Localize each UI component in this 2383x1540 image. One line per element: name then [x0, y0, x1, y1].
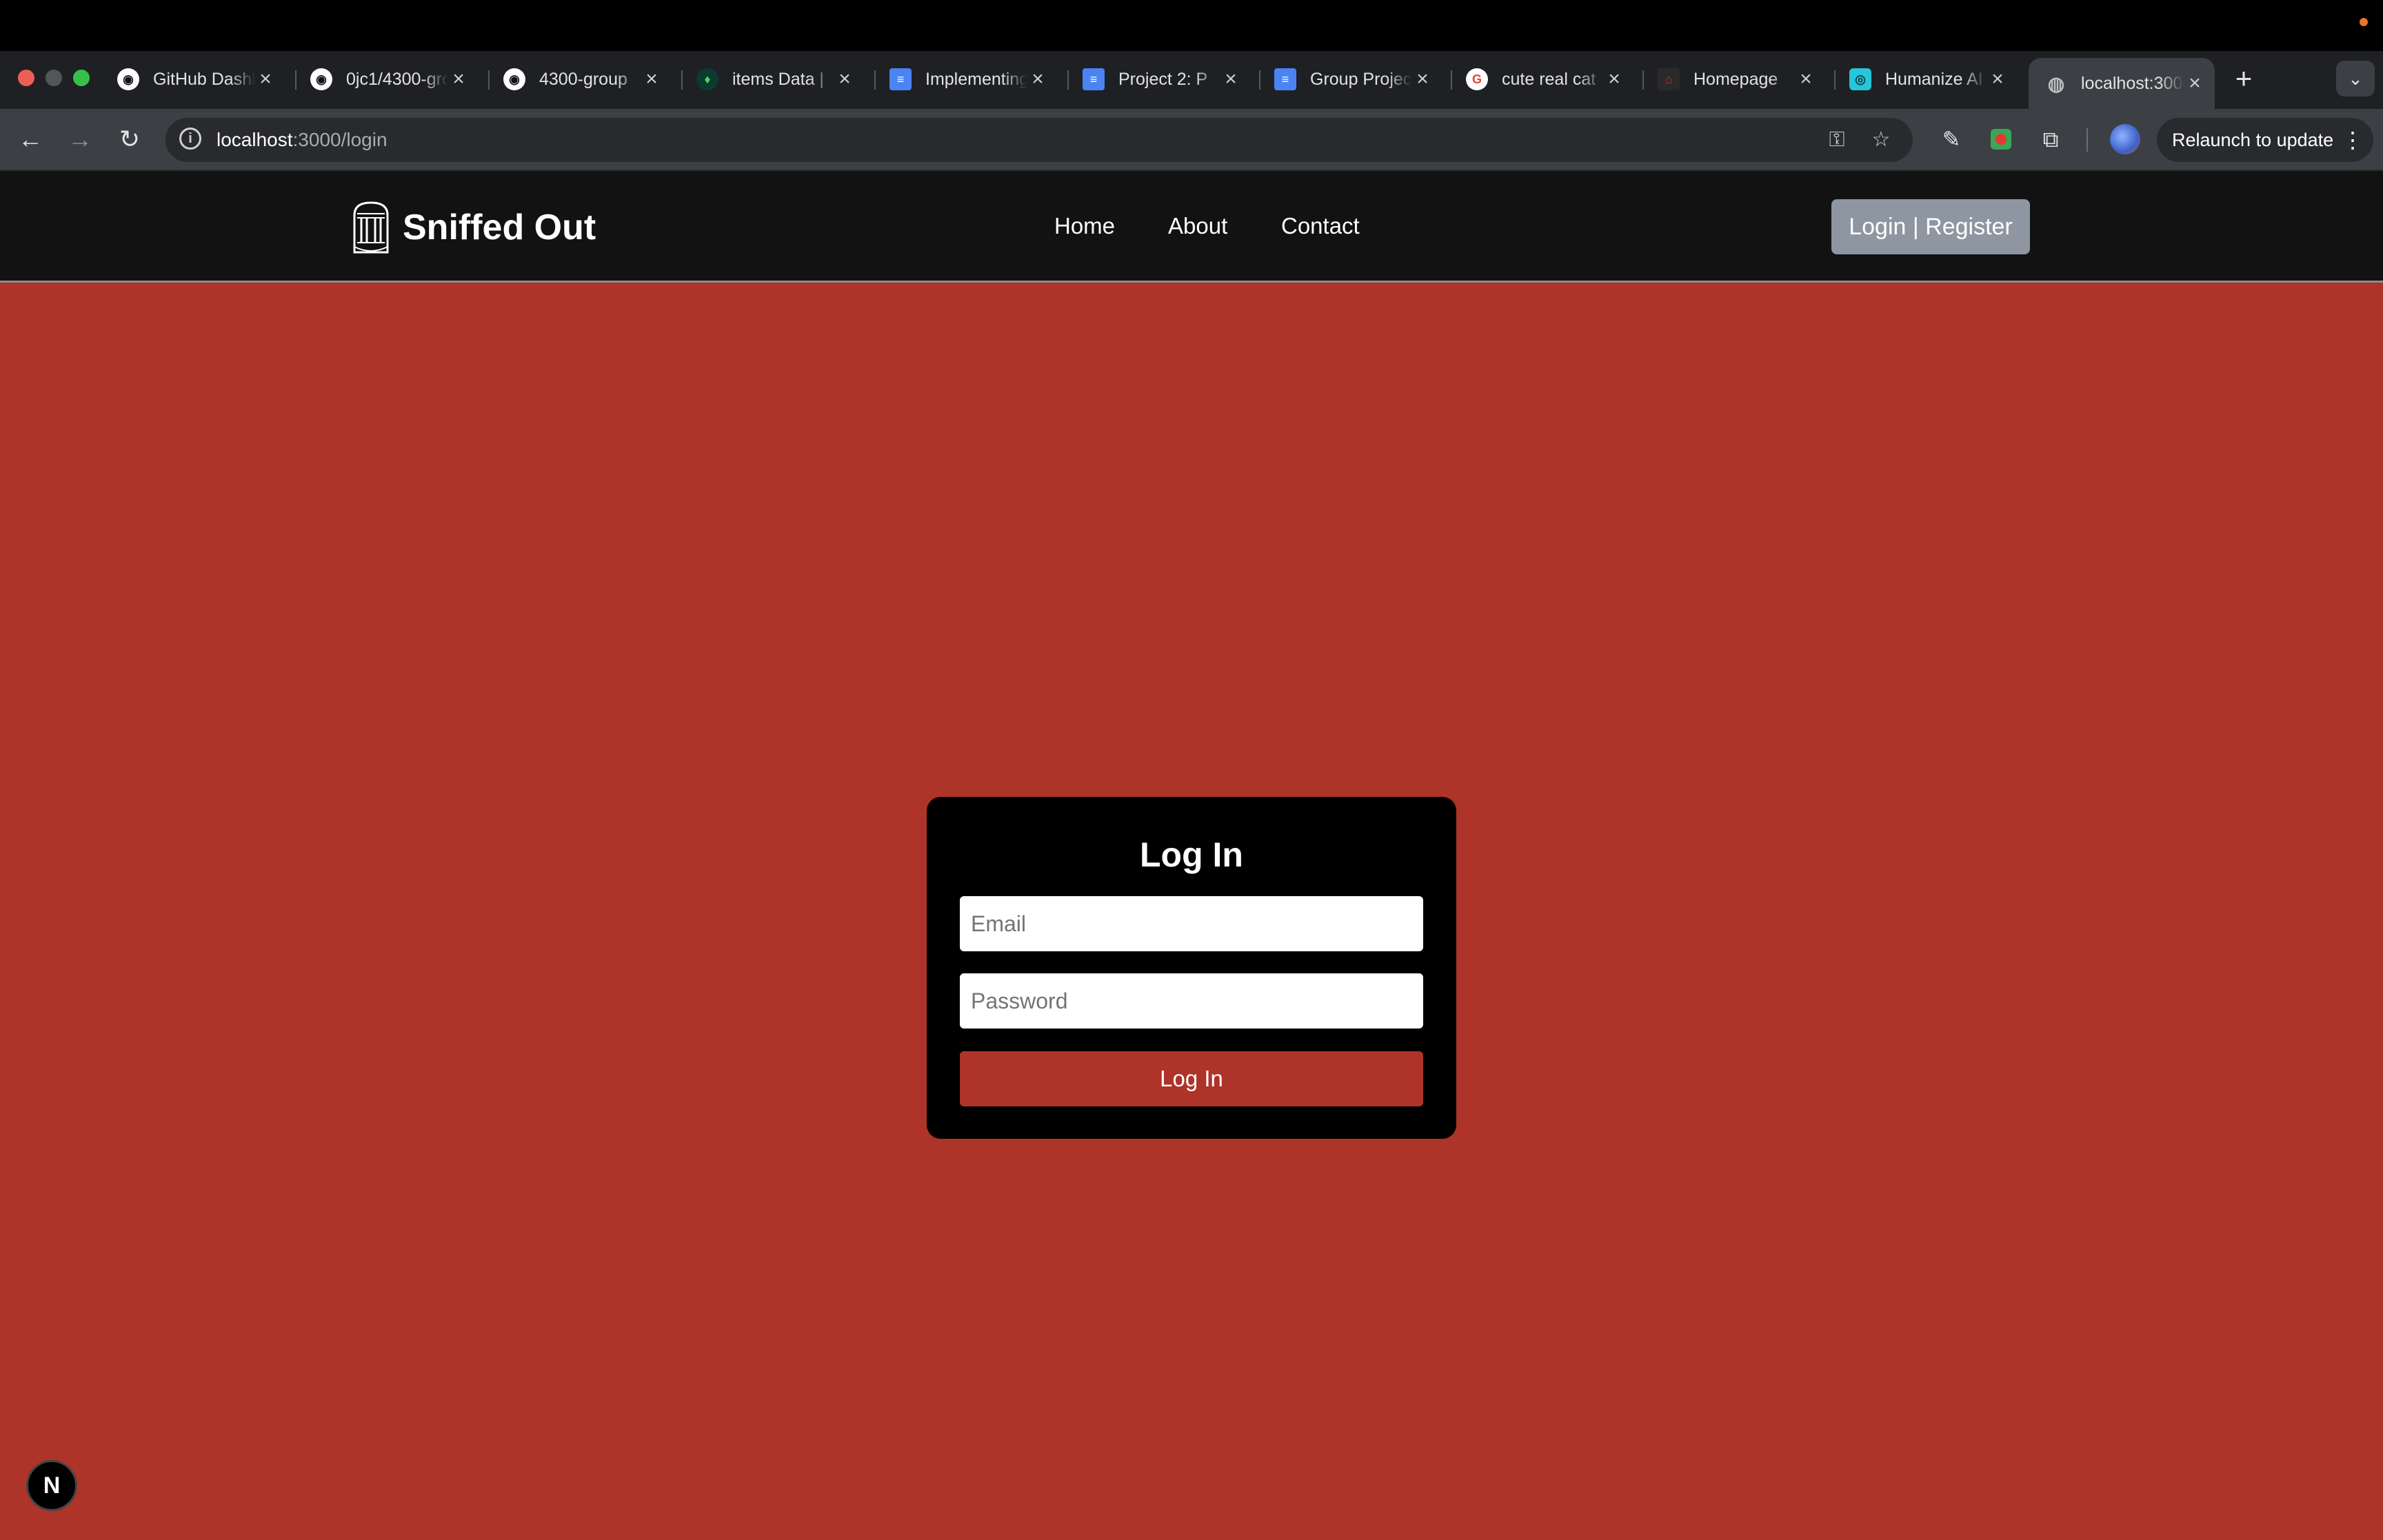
globe-icon: ◍	[2047, 72, 2065, 94]
tab-close-icon[interactable]: ×	[2184, 72, 2205, 95]
github-icon: ◉	[503, 68, 525, 90]
tab-close-icon[interactable]: ×	[1412, 68, 1433, 91]
tab-close-icon[interactable]: ×	[834, 68, 855, 91]
more-menu-icon[interactable]: ⋮	[2342, 118, 2364, 162]
forward-icon[interactable]: →	[62, 121, 98, 157]
record-extension-icon[interactable]	[1983, 121, 2019, 157]
tab-search-icon[interactable]: ⌄	[2336, 61, 2375, 97]
browser-tab[interactable]: G cute real cat ×	[1449, 58, 1634, 101]
address-bar[interactable]: i localhost:3000/login ⚿ ☆	[165, 118, 1913, 162]
google-docs-icon: ≡	[1083, 68, 1105, 90]
url-text: localhost:3000/login	[217, 118, 388, 162]
tab-close-icon[interactable]: ×	[1220, 68, 1241, 91]
browser-tab[interactable]: ⌂ Homepage ×	[1641, 58, 1826, 101]
tab-close-icon[interactable]: ×	[255, 68, 276, 91]
tab-close-icon[interactable]: ×	[641, 68, 662, 91]
eyedropper-extension-icon[interactable]: ✎	[1933, 121, 1969, 157]
url-host: localhost	[217, 129, 293, 150]
toolbar-divider	[2087, 128, 2088, 152]
zoom-window-button[interactable]	[73, 70, 90, 86]
login-title: Log In	[1140, 835, 1243, 874]
browser-tab[interactable]: ≡ Project 2: P ×	[1066, 58, 1251, 101]
macos-menu-bar	[0, 0, 2383, 51]
relaunch-label: Relaunch to update	[2172, 130, 2334, 150]
browser-tab[interactable]: ♦ items Data | ×	[680, 58, 865, 101]
tab-close-icon[interactable]: ×	[1796, 68, 1816, 91]
browser-tab[interactable]: ◉ 0jc1/4300-group ×	[294, 58, 479, 101]
new-tab-icon[interactable]: +	[2227, 62, 2260, 95]
minimize-window-button[interactable]	[46, 70, 62, 86]
nav-link-about[interactable]: About	[1168, 211, 1227, 241]
nav-link-home[interactable]: Home	[1054, 211, 1115, 241]
nextjs-dev-indicator[interactable]: N	[26, 1460, 77, 1511]
tab-close-icon[interactable]: ×	[448, 68, 469, 91]
email-field[interactable]	[960, 896, 1423, 951]
google-docs-icon: ≡	[1274, 68, 1296, 90]
google-icon: G	[1466, 68, 1488, 90]
notification-dot	[2360, 18, 2368, 26]
tab-close-icon[interactable]: ×	[1027, 68, 1048, 91]
profile-avatar-icon[interactable]	[2110, 124, 2140, 154]
extensions-puzzle-icon[interactable]: ⧉	[2033, 121, 2069, 157]
arch-logo-icon	[353, 201, 389, 254]
browser-tab-active[interactable]: ◍ localhost:3000 ×	[2029, 58, 2215, 109]
tab-close-icon[interactable]: ×	[1987, 68, 2008, 91]
password-field[interactable]	[960, 973, 1423, 1029]
github-icon: ◉	[310, 68, 332, 90]
site-info-icon[interactable]: i	[179, 128, 201, 150]
bookmark-star-icon[interactable]: ☆	[1867, 126, 1895, 154]
brand-name: Sniffed Out	[403, 207, 596, 247]
github-icon: ◉	[117, 68, 139, 90]
login-register-button[interactable]: Login | Register	[1831, 199, 2030, 254]
reload-icon[interactable]: ↻	[112, 121, 148, 157]
relaunch-to-update-button[interactable]: Relaunch to update ⋮	[2157, 118, 2373, 162]
browser-tab[interactable]: ≡ Implementing ×	[873, 58, 1058, 101]
login-submit-button[interactable]: Log In	[960, 1051, 1423, 1106]
browser-tab[interactable]: ◉ GitHub Dashboard ×	[101, 58, 285, 101]
nav-link-contact[interactable]: Contact	[1281, 211, 1360, 241]
browser-tab[interactable]: ≡ Group Project ×	[1258, 58, 1442, 101]
browser-tab[interactable]: ◉ 4300-group ×	[487, 58, 672, 101]
brand-link[interactable]: Sniffed Out	[350, 200, 596, 255]
tab-close-icon[interactable]: ×	[1604, 68, 1625, 91]
url-path: :3000/login	[292, 129, 388, 150]
back-icon[interactable]: ←	[12, 121, 48, 157]
close-window-button[interactable]	[18, 70, 34, 86]
browser-tab[interactable]: ◎ Humanize AI ×	[1833, 58, 2018, 101]
google-docs-icon: ≡	[889, 68, 912, 90]
mongodb-leaf-icon: ♦	[696, 68, 718, 90]
password-key-icon[interactable]: ⚿	[1823, 126, 1851, 154]
login-card: Log In Log In	[927, 797, 1456, 1139]
humanize-icon: ◎	[1849, 68, 1871, 90]
uga-arch-icon: ⌂	[1658, 68, 1680, 90]
